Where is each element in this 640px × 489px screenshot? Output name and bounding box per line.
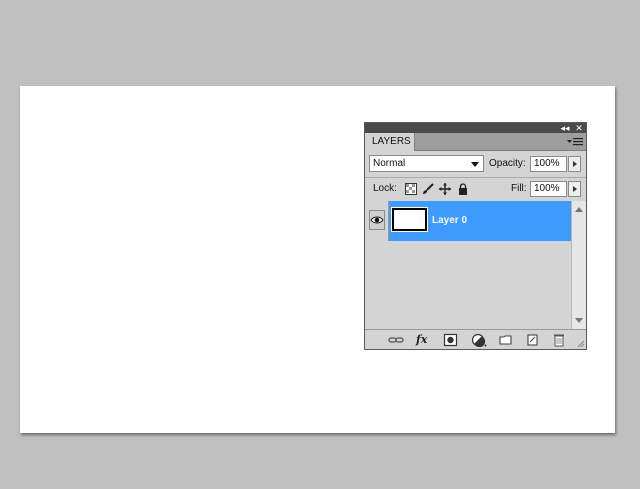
layer-row[interactable]: Layer 0 <box>365 201 571 241</box>
fill-slider-button[interactable] <box>568 181 581 197</box>
visibility-toggle[interactable] <box>365 201 389 241</box>
opacity-input[interactable]: 100% <box>530 156 567 172</box>
lock-transparent-pixels-icon[interactable] <box>405 183 417 195</box>
layer-thumbnail <box>391 207 428 232</box>
blend-opacity-row: Normal Opacity: 100% <box>365 151 586 177</box>
link-layers-icon[interactable] <box>388 333 404 347</box>
resize-grip-icon[interactable] <box>577 340 585 348</box>
new-group-icon[interactable] <box>498 333 514 347</box>
layers-list: Layer 0 <box>365 201 571 329</box>
new-layer-icon[interactable] <box>525 333 541 347</box>
selected-layer[interactable]: Layer 0 <box>389 201 571 241</box>
chevron-down-icon <box>471 162 479 167</box>
fx-icon[interactable]: fx <box>416 333 434 347</box>
lock-all-icon[interactable] <box>457 183 469 195</box>
scroll-up-arrow-icon[interactable] <box>575 207 583 212</box>
panel-bottom-toolbar: fx <box>365 329 586 349</box>
scroll-down-arrow-icon[interactable] <box>575 318 583 323</box>
panel-tab-row: LAYERS <box>365 133 586 151</box>
panel-titlebar[interactable]: ◂◂ ✕ <box>365 123 586 133</box>
close-panel-icon[interactable]: ✕ <box>573 123 585 133</box>
fill-label: Fill: <box>511 183 527 194</box>
tab-layers[interactable]: LAYERS <box>365 133 415 151</box>
layers-scrollbar[interactable] <box>571 201 586 329</box>
blend-mode-select[interactable]: Normal <box>369 155 484 172</box>
lock-fill-row: Lock: Fill: 100% <box>365 177 586 201</box>
collapse-panel-icon[interactable]: ◂◂ <box>559 123 571 133</box>
add-mask-icon[interactable] <box>443 333 459 347</box>
blend-mode-value: Normal <box>373 158 406 169</box>
lock-image-pixels-icon[interactable] <box>422 183 434 195</box>
adjustment-layer-icon[interactable] <box>471 333 487 347</box>
trash-icon[interactable] <box>551 333 567 347</box>
lock-position-icon[interactable] <box>439 183 451 195</box>
layer-name[interactable]: Layer 0 <box>432 215 467 226</box>
panel-menu-icon[interactable] <box>567 137 583 147</box>
layers-panel: ◂◂ ✕ LAYERS Normal Opacity: 100% Lock: F… <box>364 122 587 350</box>
eye-icon <box>369 210 385 230</box>
lock-label: Lock: <box>373 183 397 194</box>
opacity-label: Opacity: <box>489 158 526 169</box>
opacity-slider-button[interactable] <box>568 156 581 172</box>
fill-input[interactable]: 100% <box>530 181 567 197</box>
